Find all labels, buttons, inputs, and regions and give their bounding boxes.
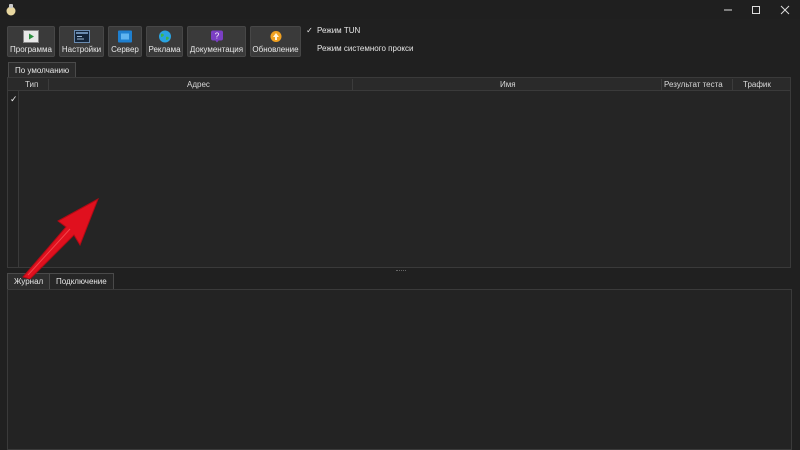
program-play-icon (23, 30, 39, 43)
panel-splitter-handle[interactable] (396, 270, 406, 272)
table-header: Тип Адрес Имя Результат теста Трафик (8, 78, 790, 91)
maximize-icon (752, 5, 760, 14)
row-header-bar (8, 91, 19, 267)
column-address[interactable]: Адрес (187, 78, 210, 91)
settings-button-label: Настройки (61, 45, 102, 54)
minimize-button[interactable] (713, 0, 743, 19)
program-button[interactable]: Программа (7, 26, 55, 57)
tab-default-profile[interactable]: По умолчанию (8, 62, 77, 77)
settings-window-icon (73, 30, 90, 43)
column-test-result[interactable]: Результат теста (664, 78, 723, 91)
column-name[interactable]: Имя (500, 78, 516, 91)
red-arrow-pointer (22, 197, 99, 279)
column-divider[interactable] (48, 79, 49, 90)
minimize-icon (724, 9, 732, 10)
column-divider[interactable] (661, 79, 662, 90)
server-button-label: Сервер (111, 45, 139, 54)
update-icon (270, 31, 281, 42)
system-proxy-toggle[interactable]: Режим системного прокси (305, 44, 413, 53)
checkmark-icon: ✓ (306, 26, 313, 35)
app-icon (6, 4, 16, 16)
column-divider[interactable] (352, 79, 353, 90)
server-button[interactable]: Сервер (108, 26, 142, 57)
ads-button-label: Реклама (148, 45, 181, 54)
tun-mode-toggle[interactable]: ✓ Режим TUN (305, 26, 360, 35)
documentation-button[interactable]: ? Документация (187, 26, 246, 57)
column-traffic[interactable]: Трафик (743, 78, 771, 91)
log-panel[interactable] (7, 289, 792, 450)
update-button[interactable]: Обновление (250, 26, 301, 57)
program-button-label: Программа (10, 45, 52, 54)
tab-default-profile-label: По умолчанию (15, 65, 70, 75)
close-icon (780, 5, 790, 14)
close-button[interactable] (770, 0, 800, 19)
ads-button[interactable]: Реклама (146, 26, 183, 57)
server-icon (118, 30, 132, 43)
title-bar (0, 0, 800, 19)
maximize-button[interactable] (741, 0, 771, 19)
server-table[interactable]: Тип Адрес Имя Результат теста Трафик ✓ (7, 77, 791, 268)
checkmark-icon: ✓ (10, 94, 18, 104)
column-divider[interactable] (732, 79, 733, 90)
tun-mode-label: Режим TUN (317, 26, 361, 35)
help-question-icon: ? (210, 30, 223, 43)
globe-icon (158, 30, 171, 43)
settings-button[interactable]: Настройки (59, 26, 104, 57)
update-button-label: Обновление (252, 45, 299, 54)
documentation-button-label: Документация (189, 45, 244, 54)
column-type[interactable]: Тип (25, 78, 38, 91)
svg-text:?: ? (214, 32, 219, 41)
system-proxy-label: Режим системного прокси (317, 44, 414, 53)
unchecked-box (305, 44, 314, 53)
